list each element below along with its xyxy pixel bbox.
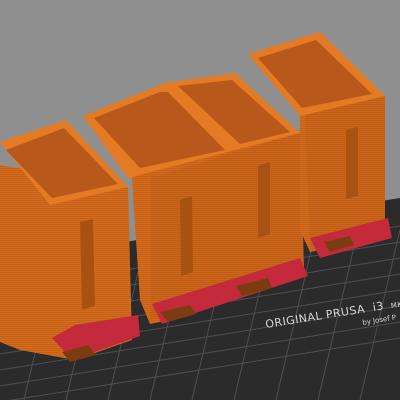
slicer-3d-viewport[interactable]: ORIGINAL PRUSA i3 MK3 by Josef P: [0, 0, 400, 400]
bin-left-window: [80, 219, 95, 310]
bed-label-model: i3: [372, 299, 385, 314]
bin-middle-window-b: [258, 162, 270, 238]
bed-label-model-suffix: MK3: [390, 300, 400, 310]
scene-canvas[interactable]: ORIGINAL PRUSA i3 MK3 by Josef P: [0, 0, 400, 400]
bin-right-window: [346, 127, 358, 199]
bin-middle-window-a: [180, 196, 193, 276]
